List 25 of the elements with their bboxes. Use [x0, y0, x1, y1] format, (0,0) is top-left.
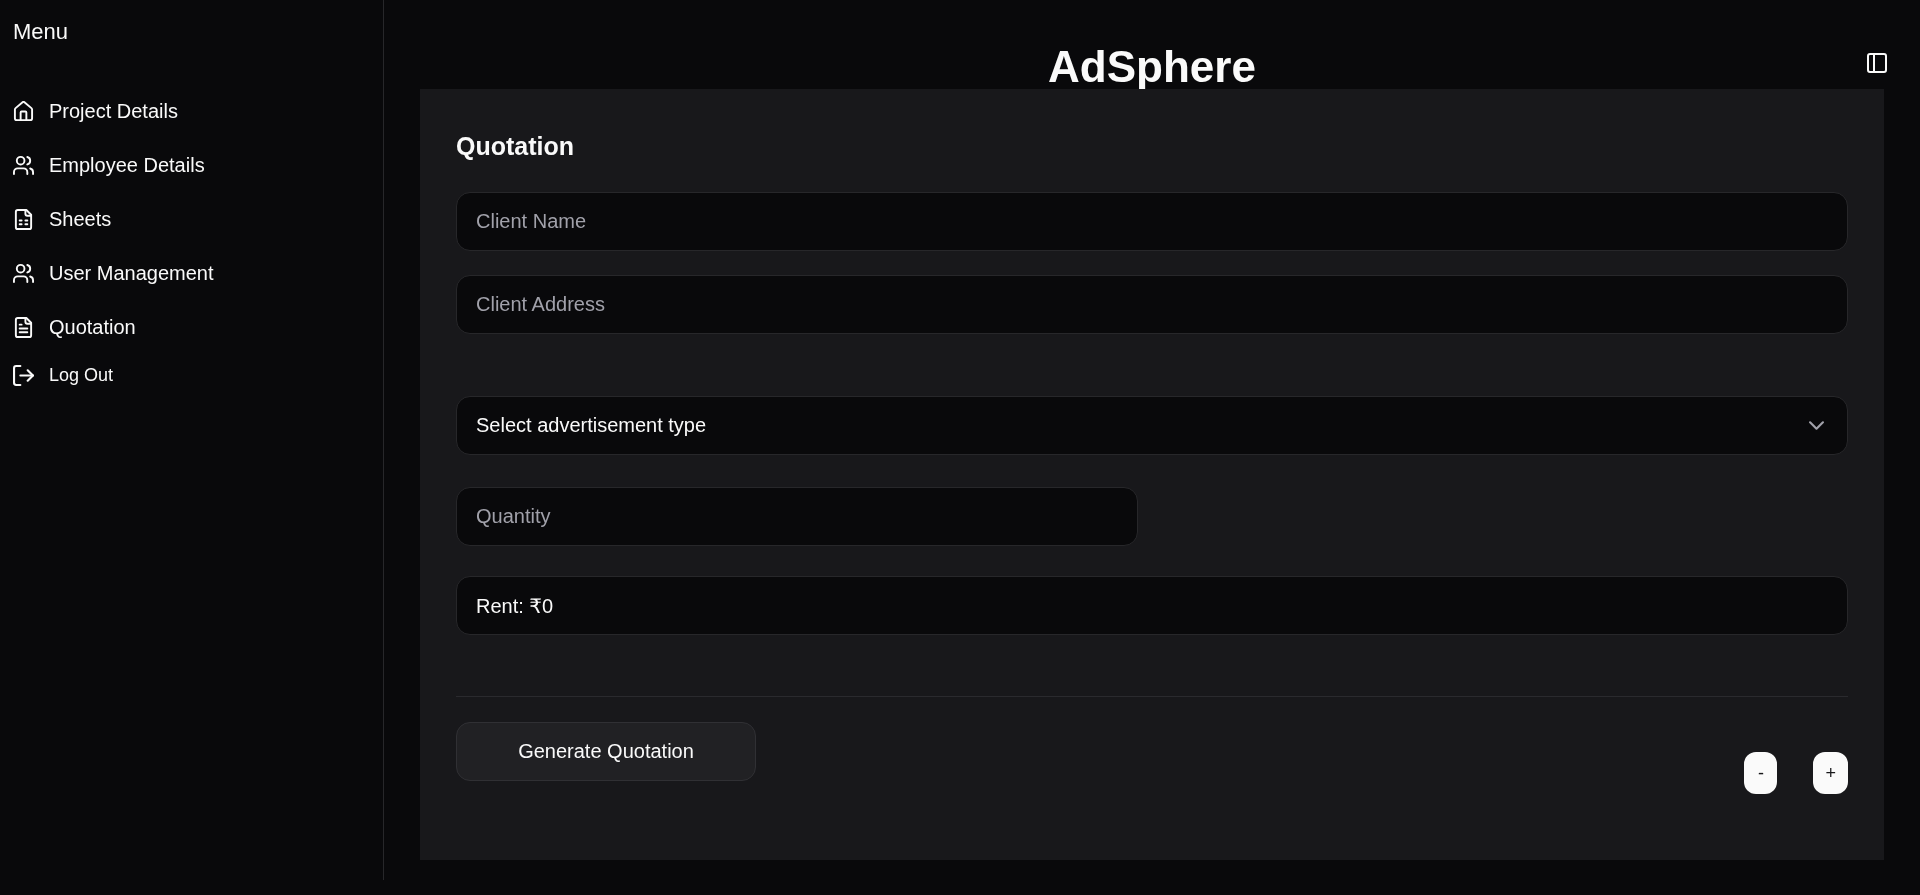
nav-link[interactable]: Sheets [13, 192, 112, 246]
client-name-field[interactable]: Client Name [456, 192, 1848, 251]
client-address-field[interactable]: Client Address [456, 275, 1848, 334]
sidebar-toggle-icon[interactable] [1867, 53, 1887, 73]
spreadsheet-icon [13, 208, 34, 230]
people-icon [13, 262, 34, 284]
plus-button[interactable]: + [1813, 752, 1848, 794]
chevron-down-icon [1809, 421, 1824, 430]
generate-quotation-button[interactable]: Generate Quotation [456, 722, 756, 781]
minus-button[interactable]: - [1744, 752, 1778, 794]
nav-link[interactable]: User Management [13, 246, 214, 300]
nav-link[interactable]: Quotation [13, 300, 136, 354]
menu-heading: Menu [13, 18, 69, 46]
house-icon [13, 100, 34, 122]
people-icon [13, 154, 34, 176]
advertisement-type-dropdown[interactable]: Select advertisement type [456, 396, 1848, 455]
form-title: Quotation [456, 131, 575, 161]
quantity-field[interactable]: Quantity [456, 487, 1138, 546]
rent-display: Rent: ₹0 [456, 576, 1848, 635]
nav-link[interactable]: Project Details [13, 84, 178, 138]
logout-link[interactable]: Log Out [13, 354, 114, 396]
exit-icon [13, 364, 34, 386]
nav-link[interactable]: Employee Details [13, 138, 205, 192]
app-title: AdSphere [1048, 45, 1256, 89]
document-icon [13, 316, 34, 338]
